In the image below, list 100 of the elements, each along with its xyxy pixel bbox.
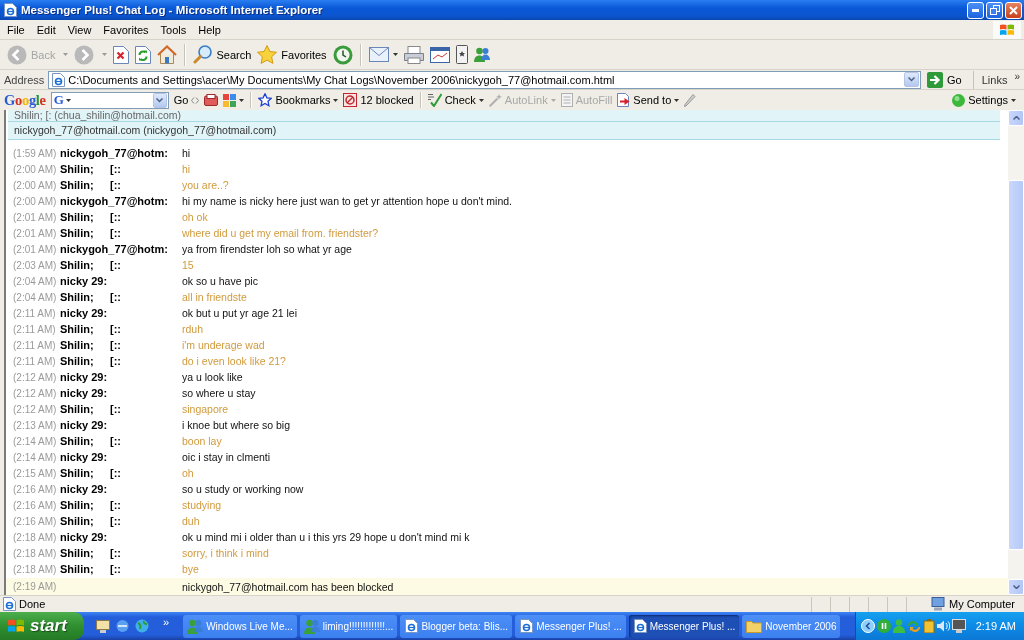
timestamp: (2:12 AM): [13, 403, 58, 415]
close-button[interactable]: [1005, 1, 1022, 19]
sender-name: Shilin;: [60, 163, 95, 175]
caret-icon: [333, 98, 339, 102]
device-icon[interactable]: [455, 45, 468, 64]
sender-name: Shilin;: [60, 291, 95, 303]
sender-name: nickygoh_77@hotm:: [60, 195, 168, 207]
speaker-icon[interactable]: [936, 620, 950, 632]
refresh-icon[interactable]: [135, 45, 152, 64]
menu-item[interactable]: File: [1, 23, 31, 36]
more-button[interactable]: »: [163, 612, 170, 628]
timestamp: (2:12 AM): [13, 387, 58, 399]
favorites-button[interactable]: Favorites: [257, 45, 327, 64]
close-icon: [1009, 5, 1018, 15]
message-text: rduh: [182, 323, 203, 335]
scroll-down-button[interactable]: [1008, 579, 1024, 595]
message-text: do i even look like 21?: [182, 355, 286, 367]
notebook-icon[interactable]: [204, 94, 219, 106]
ie-page-icon: [519, 619, 534, 633]
toolbar-button[interactable]: Bookmarks: [258, 93, 339, 107]
message-text: you are..?: [182, 179, 229, 191]
toolbar-button[interactable]: Send to: [617, 93, 680, 107]
message-text: hi: [182, 147, 191, 159]
pencil-icon[interactable]: [684, 93, 697, 107]
scrollbar-thumb[interactable]: [1008, 180, 1024, 550]
battery-icon[interactable]: [922, 619, 935, 633]
send-icon: [617, 93, 631, 107]
clock-icon[interactable]: [332, 44, 353, 65]
taskbar-button[interactable]: Windows Live Me...: [183, 614, 297, 638]
caret-icon: [392, 53, 398, 56]
start-button[interactable]: start: [0, 612, 84, 640]
stop-icon[interactable]: [113, 45, 130, 64]
scroll-up-button[interactable]: [1008, 110, 1024, 126]
sender-name: nicky 29:: [60, 531, 108, 543]
timestamp: (2:00 AM): [13, 195, 58, 207]
caret-icon: [65, 98, 71, 102]
globe-icon[interactable]: [135, 619, 149, 633]
google-logo[interactable]: Google: [4, 91, 46, 109]
search-button[interactable]: Search: [193, 45, 252, 64]
sender-tag: [::: [110, 259, 121, 271]
menu-item[interactable]: Favorites: [97, 23, 155, 36]
timestamp: (2:15 AM): [13, 467, 58, 479]
arrows-icon: [191, 96, 200, 104]
settings-button[interactable]: Settings: [952, 93, 1016, 107]
mail-button[interactable]: [368, 47, 398, 62]
menu-item[interactable]: Tools: [154, 23, 193, 36]
browser-icon[interactable]: [116, 619, 129, 633]
sender-tag: [::: [110, 499, 121, 511]
taskbar-button[interactable]: November 2006: [742, 614, 841, 638]
sender-tag: [::: [110, 403, 121, 415]
message-text: oic i stay in clmenti: [182, 451, 271, 463]
go-button[interactable]: Go: [173, 94, 200, 106]
printer-icon[interactable]: [403, 45, 424, 64]
links-button[interactable]: Links »: [972, 70, 1024, 89]
timestamp: (1:59 AM): [13, 147, 58, 159]
message-text: so where u stay: [182, 387, 256, 399]
star-outline-icon: [258, 93, 273, 107]
toolbar-button[interactable]: Check: [427, 93, 484, 107]
people-icon[interactable]: [473, 47, 490, 62]
sender-name: Shilin;: [60, 499, 95, 511]
taskbar-button[interactable]: Blogger beta: Blis...: [400, 614, 513, 638]
participant-line: Shilin; [: (chua_shilin@hotmail.com): [8, 110, 1000, 122]
ie-page-icon: [51, 72, 66, 87]
menu-item[interactable]: Edit: [30, 23, 62, 36]
timestamp: (2:12 AM): [13, 371, 58, 383]
message-text: ok but u put yr age 21 lei: [182, 307, 297, 319]
toolbar-button[interactable]: 12 blocked: [343, 93, 414, 107]
window-icon[interactable]: [429, 46, 450, 63]
minimize-button[interactable]: [967, 1, 984, 19]
chevron-icon[interactable]: [860, 619, 875, 633]
dropdown-button[interactable]: [152, 92, 167, 108]
star-icon: [257, 45, 278, 64]
sender-tag: [::: [110, 339, 121, 351]
menu-item[interactable]: Help: [192, 23, 227, 36]
taskbar-button[interactable]: Messenger Plus! ...: [628, 614, 740, 638]
desktop-icon[interactable]: [96, 619, 110, 633]
dropdown-button[interactable]: [904, 72, 920, 87]
monitor-icon[interactable]: [951, 619, 966, 633]
ie-page-icon: [3, 3, 17, 17]
search-field[interactable]: G: [50, 91, 169, 109]
caret-icon: [550, 98, 556, 102]
taskbar-button[interactable]: Messenger Plus! ...: [515, 614, 626, 638]
engine-button[interactable]: G: [51, 92, 73, 108]
sender-name: nickygoh_77@hotm:: [60, 243, 168, 255]
sender-tag: [::: [110, 467, 121, 479]
taskbar-button[interactable]: liming!!!!!!!!!!!!!...: [299, 614, 398, 638]
sender-name: nicky 29:: [60, 307, 108, 319]
message-text: i knoe but where so big: [182, 419, 290, 431]
sender-name: Shilin;: [60, 563, 95, 575]
news-button[interactable]: [223, 93, 245, 107]
menu-item[interactable]: View: [61, 23, 98, 36]
go-button[interactable]: Go: [924, 71, 970, 88]
address-field[interactable]: C:\Documents and Settings\acer\My Documents\My Chat Logs\November 2006\nickygoh_77@hotmail.com.html: [48, 70, 922, 89]
message-text: studying: [182, 499, 222, 511]
home-icon[interactable]: [157, 45, 178, 64]
message-text: ya from firendster loh so what yr age: [182, 243, 352, 255]
message-text: duh: [182, 515, 200, 527]
restore-button[interactable]: [986, 1, 1003, 19]
pause-icon[interactable]: [876, 619, 891, 633]
message-text: ya u look like: [182, 371, 243, 383]
